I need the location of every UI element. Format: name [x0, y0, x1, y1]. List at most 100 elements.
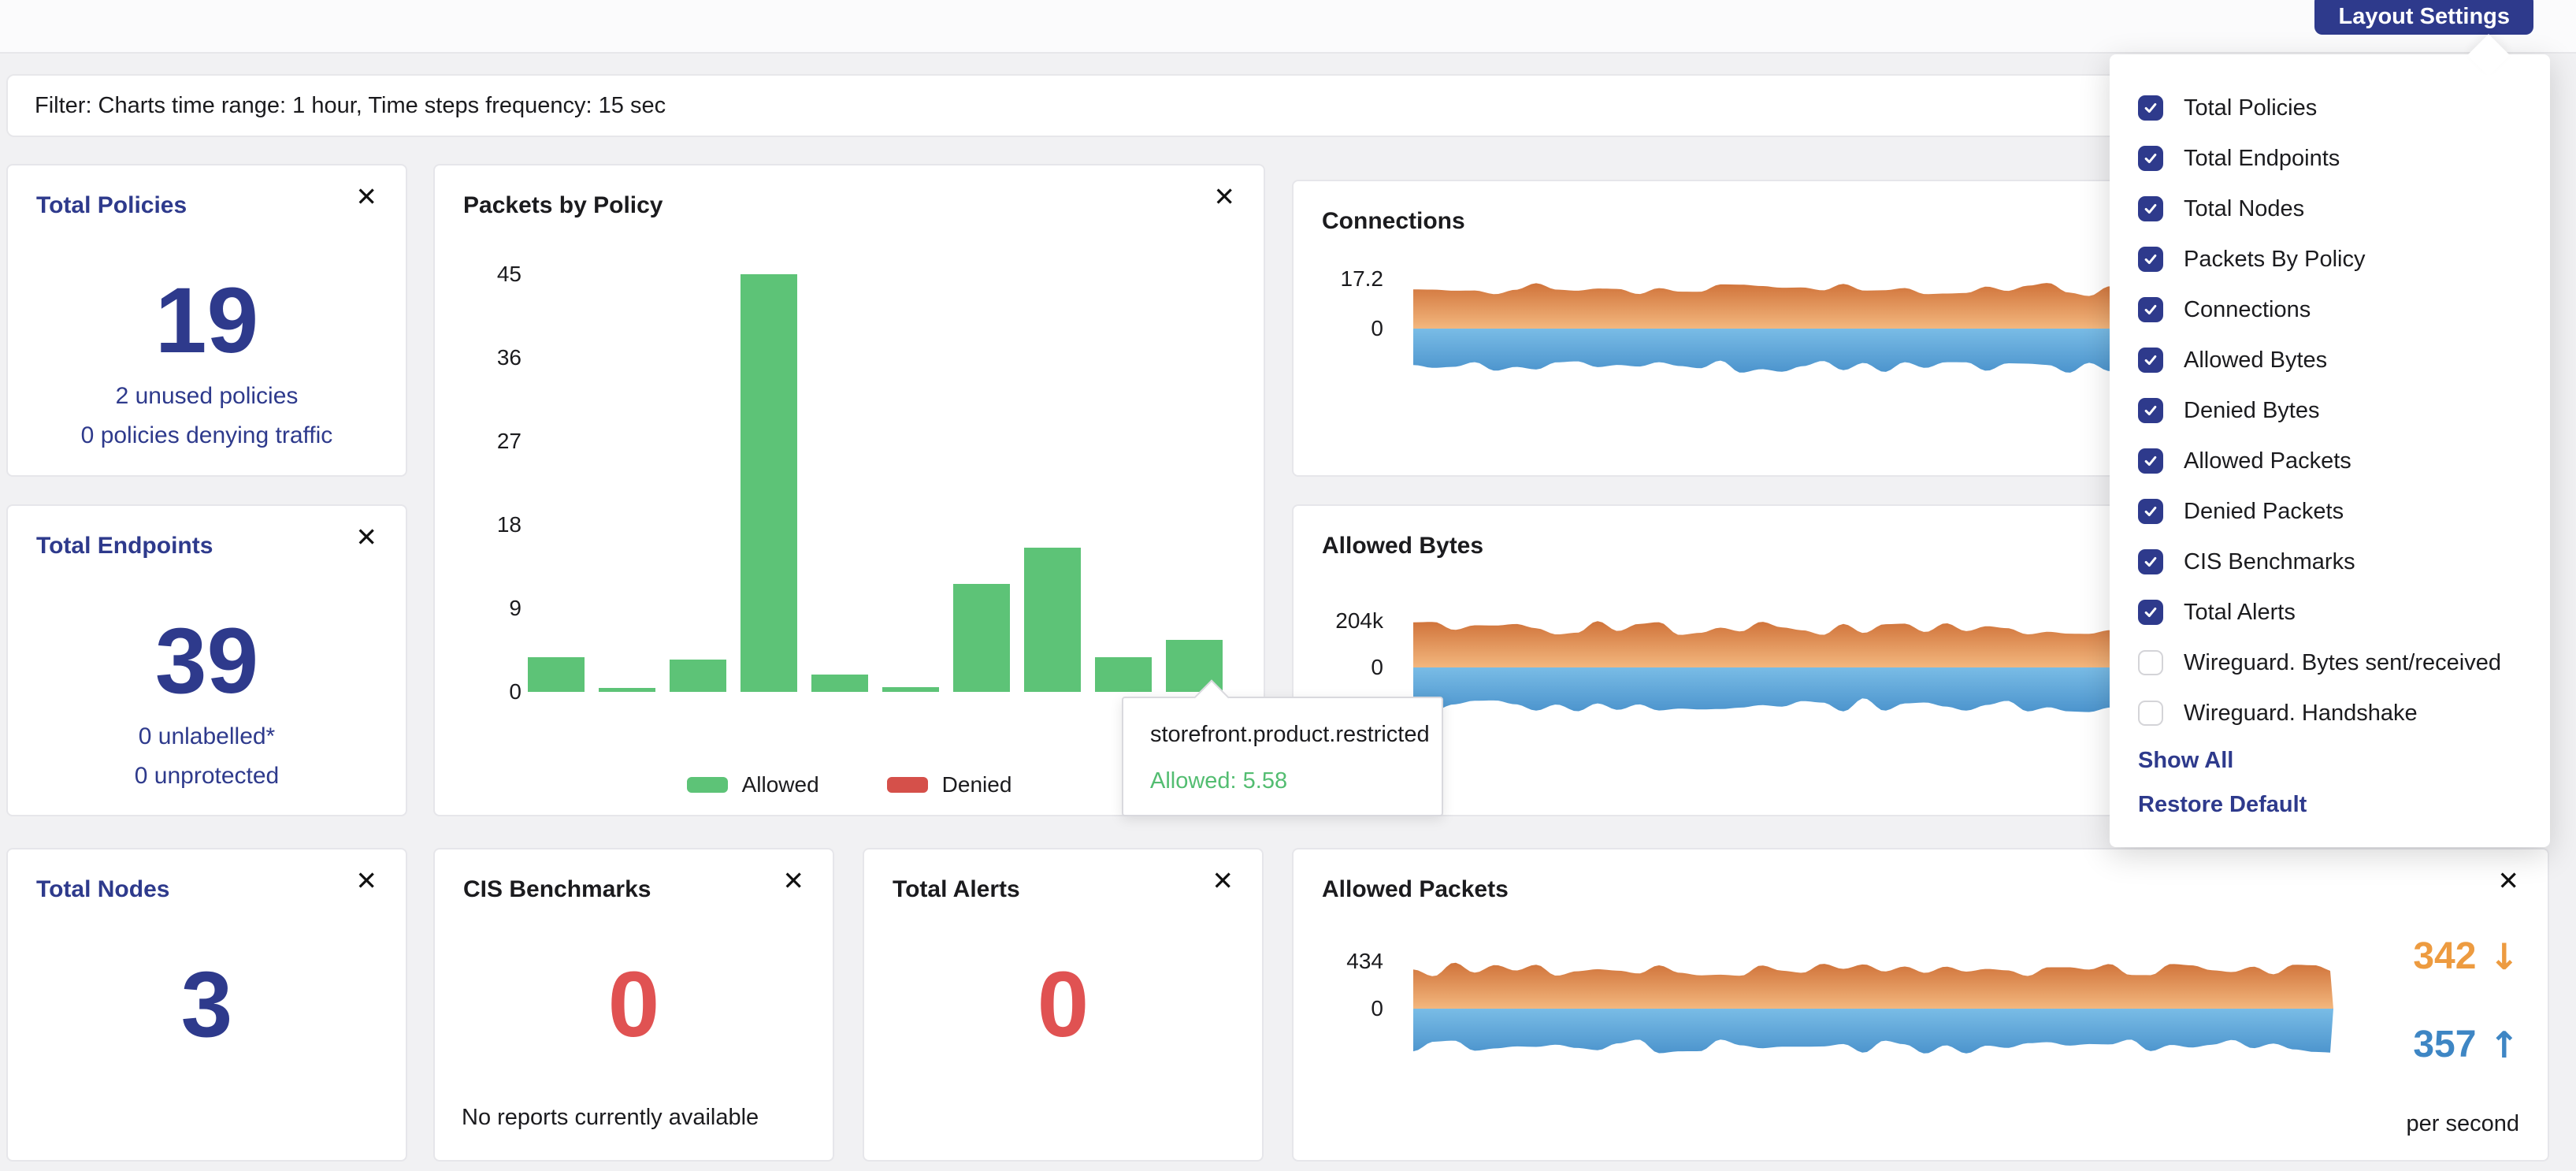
allowed-packets-card: Allowed Packets ✕ 434 0 342↓ 357↑ per se… — [1292, 848, 2549, 1162]
layout-menu-item-allowed-packets[interactable]: Allowed Packets — [2138, 436, 2550, 486]
menu-item-label: Wireguard. Bytes sent/received — [2184, 650, 2501, 676]
cis-benchmarks-card: CIS Benchmarks ✕ 0 No reports currently … — [433, 848, 834, 1162]
layout-settings-menu: Total Policies Total Endpoints Total Nodes… — [2110, 54, 2550, 847]
bar[interactable] — [811, 675, 868, 692]
layout-menu-item-total-policies[interactable]: Total Policies — [2138, 83, 2550, 133]
allowed-packets-ymax-label: 434 — [1294, 948, 1383, 975]
layout-menu-item-denied-bytes[interactable]: Denied Bytes — [2138, 385, 2550, 436]
total-nodes-card: Total Nodes ✕ 3 — [6, 848, 407, 1162]
layout-menu-item-total-nodes[interactable]: Total Nodes — [2138, 184, 2550, 234]
allowed-bytes-title: Allowed Bytes — [1322, 533, 1483, 559]
packets-rate-unit: per second — [2407, 1111, 2520, 1137]
filter-bar-text: Filter: Charts time range: 1 hour, Time … — [35, 93, 666, 119]
layout-menu-item-wireguard-handshake[interactable]: Wireguard. Handshake — [2138, 688, 2550, 738]
bar[interactable] — [599, 688, 655, 692]
tooltip-title: storefront.product.restricted — [1150, 722, 1415, 748]
packets-down-rate: 342↓ — [2413, 935, 2519, 979]
close-icon[interactable]: ✕ — [351, 523, 382, 551]
layout-menu-item-total-alerts[interactable]: Total Alerts — [2138, 587, 2550, 638]
check-icon — [2143, 251, 2158, 267]
total-nodes-value: 3 — [8, 954, 406, 1056]
check-icon — [2143, 604, 2158, 620]
checkbox-unchecked[interactable] — [2138, 650, 2163, 675]
cis-benchmarks-title: CIS Benchmarks — [463, 876, 651, 903]
close-icon[interactable]: ✕ — [351, 867, 382, 894]
connections-title: Connections — [1322, 208, 1465, 235]
total-alerts-card: Total Alerts ✕ 0 — [863, 848, 1264, 1162]
layout-menu-item-cis-benchmarks[interactable]: CIS Benchmarks — [2138, 537, 2550, 587]
layout-menu-item-wireguard-bytes-sent-received[interactable]: Wireguard. Bytes sent/received — [2138, 638, 2550, 688]
top-bar: Layout Settings — [0, 0, 2576, 54]
checkbox-checked[interactable] — [2138, 95, 2163, 121]
dashboard-page: Layout Settings Filter: Charts time rang… — [0, 0, 2576, 1171]
bar[interactable] — [741, 274, 797, 692]
check-icon — [2143, 100, 2158, 116]
layout-menu-item-denied-packets[interactable]: Denied Packets — [2138, 486, 2550, 537]
restore-default-link[interactable]: Restore Default — [2138, 783, 2550, 827]
connections-ymax-label: 17.2 — [1294, 266, 1383, 292]
close-icon[interactable]: ✕ — [351, 183, 382, 210]
checkbox-checked[interactable] — [2138, 398, 2163, 423]
cis-benchmarks-value: 0 — [435, 954, 833, 1056]
checkbox-checked[interactable] — [2138, 499, 2163, 524]
bar[interactable] — [1095, 657, 1152, 692]
menu-item-label: Total Policies — [2184, 95, 2317, 121]
bar[interactable] — [882, 687, 939, 692]
checkbox-checked[interactable] — [2138, 297, 2163, 322]
menu-item-label: Wireguard. Handshake — [2184, 701, 2418, 727]
allowed-packets-title: Allowed Packets — [1322, 876, 1509, 903]
y-axis-tick: 0 — [435, 678, 522, 705]
cis-benchmarks-note: No reports currently available — [462, 1103, 759, 1132]
layout-menu-item-allowed-bytes[interactable]: Allowed Bytes — [2138, 335, 2550, 385]
checkbox-checked[interactable] — [2138, 146, 2163, 171]
check-icon — [2143, 554, 2158, 570]
y-axis-tick: 45 — [435, 261, 522, 288]
show-all-link[interactable]: Show All — [2138, 738, 2550, 783]
total-policies-title[interactable]: Total Policies — [36, 192, 187, 219]
total-endpoints-title[interactable]: Total Endpoints — [36, 533, 213, 559]
arrow-up-icon: ↑ — [2489, 1023, 2519, 1067]
packets-up-rate: 357↑ — [2413, 1023, 2519, 1067]
allowed-bytes-ymax-label: 204k — [1294, 608, 1383, 634]
check-icon — [2143, 453, 2158, 469]
menu-items: Total Policies Total Endpoints Total Nodes… — [2138, 83, 2550, 738]
checkbox-checked[interactable] — [2138, 600, 2163, 625]
layout-settings-button[interactable]: Layout Settings — [2314, 0, 2533, 35]
check-icon — [2143, 403, 2158, 418]
legend-label-allowed: Allowed — [742, 772, 819, 797]
menu-item-label: CIS Benchmarks — [2184, 549, 2355, 575]
bar[interactable] — [1024, 548, 1081, 692]
y-axis-tick: 36 — [435, 344, 522, 371]
checkbox-checked[interactable] — [2138, 196, 2163, 221]
y-axis-tick: 18 — [435, 511, 522, 538]
checkbox-checked[interactable] — [2138, 247, 2163, 272]
layout-menu-item-connections[interactable]: Connections — [2138, 284, 2550, 335]
menu-item-label: Packets By Policy — [2184, 247, 2365, 273]
layout-menu-item-packets-by-policy[interactable]: Packets By Policy — [2138, 234, 2550, 284]
total-nodes-title[interactable]: Total Nodes — [36, 876, 169, 903]
connections-yzero-label: 0 — [1294, 315, 1383, 342]
checkbox-checked[interactable] — [2138, 549, 2163, 574]
checkbox-checked[interactable] — [2138, 348, 2163, 373]
checkbox-unchecked[interactable] — [2138, 701, 2163, 726]
menu-item-label: Allowed Bytes — [2184, 348, 2327, 374]
total-policies-sub-unused: 2 unused policies — [8, 383, 406, 410]
bar[interactable] — [953, 584, 1010, 692]
close-icon[interactable]: ✕ — [1207, 867, 1238, 894]
tooltip-value: Allowed: 5.58 — [1150, 768, 1415, 794]
total-alerts-value: 0 — [864, 954, 1262, 1056]
y-axis-tick: 9 — [435, 595, 522, 622]
legend-swatch-denied — [887, 777, 928, 793]
bar[interactable] — [670, 660, 726, 692]
total-policies-card: Total Policies ✕ 19 2 unused policies 0 … — [6, 164, 407, 477]
checkbox-checked[interactable] — [2138, 448, 2163, 474]
menu-item-label: Total Endpoints — [2184, 146, 2340, 172]
total-endpoints-value: 39 — [8, 610, 406, 712]
total-endpoints-sub-unprotected: 0 unprotected — [8, 763, 406, 790]
legend-label-denied: Denied — [942, 772, 1012, 797]
close-icon[interactable]: ✕ — [2492, 867, 2524, 894]
bar[interactable] — [528, 657, 585, 692]
menu-item-label: Total Nodes — [2184, 196, 2304, 222]
layout-menu-item-total-endpoints[interactable]: Total Endpoints — [2138, 133, 2550, 184]
close-icon[interactable]: ✕ — [778, 867, 809, 894]
